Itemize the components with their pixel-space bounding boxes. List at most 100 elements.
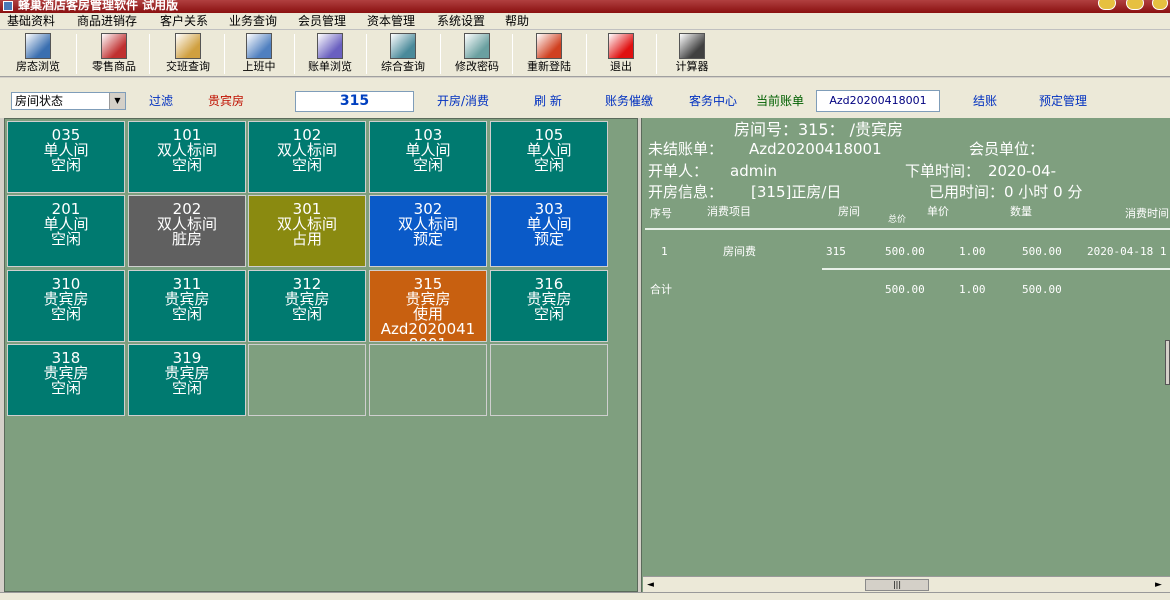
room-status (249, 381, 365, 396)
room-status: 空闲 (171, 379, 202, 397)
horizontal-scrollbar[interactable]: ◄ ||| ► (643, 576, 1170, 592)
toolbar-button-8[interactable]: 退出 (590, 32, 652, 75)
menu-bar: 基础资料 商品进销存 客户关系 业务查询 会员管理 资本管理 系统设置 帮助 (0, 13, 1170, 30)
close-button[interactable] (1152, 0, 1168, 10)
toolbar-separator (149, 34, 150, 74)
room-status: 空闲 (533, 305, 564, 323)
chevron-down-icon[interactable]: ▼ (109, 93, 125, 109)
maximize-button[interactable] (1126, 0, 1144, 10)
toolbar-label: 交班查询 (166, 60, 210, 73)
summary-label: 合计 (650, 283, 672, 296)
toolbar-separator (512, 34, 513, 74)
menu-capital[interactable]: 资本管理 (367, 14, 415, 29)
summary-qty: 500.00 (1022, 283, 1062, 296)
room-tile[interactable]: 105 单人间 空闲 (490, 121, 608, 193)
toolbar-button-5[interactable]: 综合查询 (370, 32, 436, 75)
guest-center-button[interactable]: 客务中心 (689, 93, 737, 109)
checkout-button[interactable]: 结账 (973, 93, 997, 109)
menu-customer[interactable]: 客户关系 (160, 14, 208, 29)
refresh-button[interactable]: 刷 新 (534, 93, 562, 109)
column-header[interactable]: 总价 (888, 214, 906, 226)
room-tile-empty (369, 344, 487, 416)
vertical-scroll-thumb[interactable] (1165, 340, 1170, 385)
toolbar-separator (366, 34, 367, 74)
room-status-select-value: 房间状态 (15, 94, 64, 108)
room-number (249, 351, 365, 366)
toolbar-button-7[interactable]: 重新登陆 (516, 32, 582, 75)
room-status: 空闲 (533, 156, 564, 174)
column-header[interactable]: 消费项目 (707, 206, 751, 218)
calculator-icon (679, 33, 705, 59)
room-tile[interactable]: 103 单人间 空闲 (369, 121, 487, 193)
summary-price: 1.00 (959, 283, 986, 296)
on-duty-icon (246, 33, 272, 59)
room-tile-empty (490, 344, 608, 416)
booking-management-button[interactable]: 预定管理 (1039, 93, 1087, 109)
room-tile[interactable]: 318 贵宾房 空闲 (7, 344, 125, 416)
table-divider (645, 228, 1170, 230)
room-tile[interactable]: 302 双人标间 预定 (369, 195, 487, 267)
filter-link[interactable]: 过滤 (149, 93, 173, 109)
column-header[interactable]: 消费时间 (1125, 208, 1169, 220)
room-tile[interactable]: 035 单人间 空闲 (7, 121, 125, 193)
room-tile[interactable]: 301 双人标间 占用 (248, 195, 366, 267)
room-tile[interactable]: 311 贵宾房 空闲 (128, 270, 246, 342)
room-tile-empty (248, 344, 366, 416)
toolbar-button-3[interactable]: 上班中 (228, 32, 290, 75)
room-status: 空闲 (291, 305, 322, 323)
room-type-label: 贵宾房 (208, 94, 245, 108)
menu-member[interactable]: 会员管理 (298, 14, 346, 29)
toolbar-button-0[interactable]: 房态浏览 (5, 32, 71, 75)
column-header[interactable]: 数量 (1010, 206, 1032, 218)
toolbar-button-4[interactable]: 账单浏览 (298, 32, 362, 75)
room-number-input[interactable]: 315 (295, 91, 414, 112)
scroll-right-icon[interactable]: ► (1155, 579, 1162, 591)
menu-basic-data[interactable]: 基础资料 (7, 14, 55, 29)
bill-panel: 房间号：315： /贵宾房 未结账单： Azd20200418001 会员单位：… (641, 118, 1170, 592)
room-status: 脏房 (171, 230, 202, 248)
room-tile[interactable]: 316 贵宾房 空闲 (490, 270, 608, 342)
bill-row-price: 1.00 (959, 245, 986, 258)
room-tile[interactable]: 312 贵宾房 空闲 (248, 270, 366, 342)
toolbar-separator (224, 34, 225, 74)
toolbar-label: 账单浏览 (308, 60, 352, 73)
menu-inventory[interactable]: 商品进销存 (77, 14, 137, 29)
relogin-new-icon (536, 33, 562, 59)
scroll-thumb[interactable]: ||| (865, 579, 929, 591)
minimize-button[interactable] (1098, 0, 1116, 10)
scroll-left-icon[interactable]: ◄ (647, 579, 654, 591)
column-header[interactable]: 单价 (927, 206, 949, 218)
summary-total: 500.00 (885, 283, 925, 296)
room-tile[interactable]: 202 双人标间 脏房 (128, 195, 246, 267)
toolbar-separator (656, 34, 657, 74)
open-room-button[interactable]: 开房/消费 (437, 93, 489, 109)
toolbar-button-2[interactable]: 交班查询 (153, 32, 223, 75)
toolbar-label: 退出 (610, 60, 632, 73)
current-bill-field[interactable]: Azd20200418001 (816, 90, 940, 112)
menu-help[interactable]: 帮助 (505, 14, 529, 29)
toolbar-label: 房态浏览 (16, 60, 60, 73)
column-header[interactable]: 房间 (838, 206, 860, 218)
room-tile[interactable]: 201 单人间 空闲 (7, 195, 125, 267)
bill-row-time: 2020-04-18 1 (1087, 245, 1167, 258)
room-status: 预定 (412, 230, 443, 248)
toolbar-button-9[interactable]: 计算器 (660, 32, 724, 75)
menu-settings[interactable]: 系统设置 (437, 14, 485, 29)
room-tile[interactable]: 303 单人间 预定 (490, 195, 608, 267)
menu-business-query[interactable]: 业务查询 (229, 14, 277, 29)
room-tile[interactable]: 315贵宾房使用Azd20200418001 (369, 270, 487, 342)
column-header[interactable]: 序号 (650, 208, 672, 220)
room-tile[interactable]: 310 贵宾房 空闲 (7, 270, 125, 342)
room-tile[interactable]: 319 贵宾房 空闲 (128, 344, 246, 416)
payment-reminder-button[interactable]: 账务催缴 (605, 93, 653, 109)
toolbar-label: 综合查询 (381, 60, 425, 73)
room-status-select[interactable]: 房间状态 ▼ (11, 92, 126, 110)
room-status: 空闲 (50, 156, 81, 174)
room-tile[interactable]: 101 双人标间 空闲 (128, 121, 246, 193)
toolbar-button-1[interactable]: 零售商品 (80, 32, 148, 75)
toolbar-button-6[interactable]: 修改密码 (444, 32, 510, 75)
title-bar: 蜂巢酒店客房管理软件 试用版 (0, 0, 1170, 13)
room-number (370, 351, 486, 366)
room-tile[interactable]: 102 双人标间 空闲 (248, 121, 366, 193)
key-icon (464, 33, 490, 59)
